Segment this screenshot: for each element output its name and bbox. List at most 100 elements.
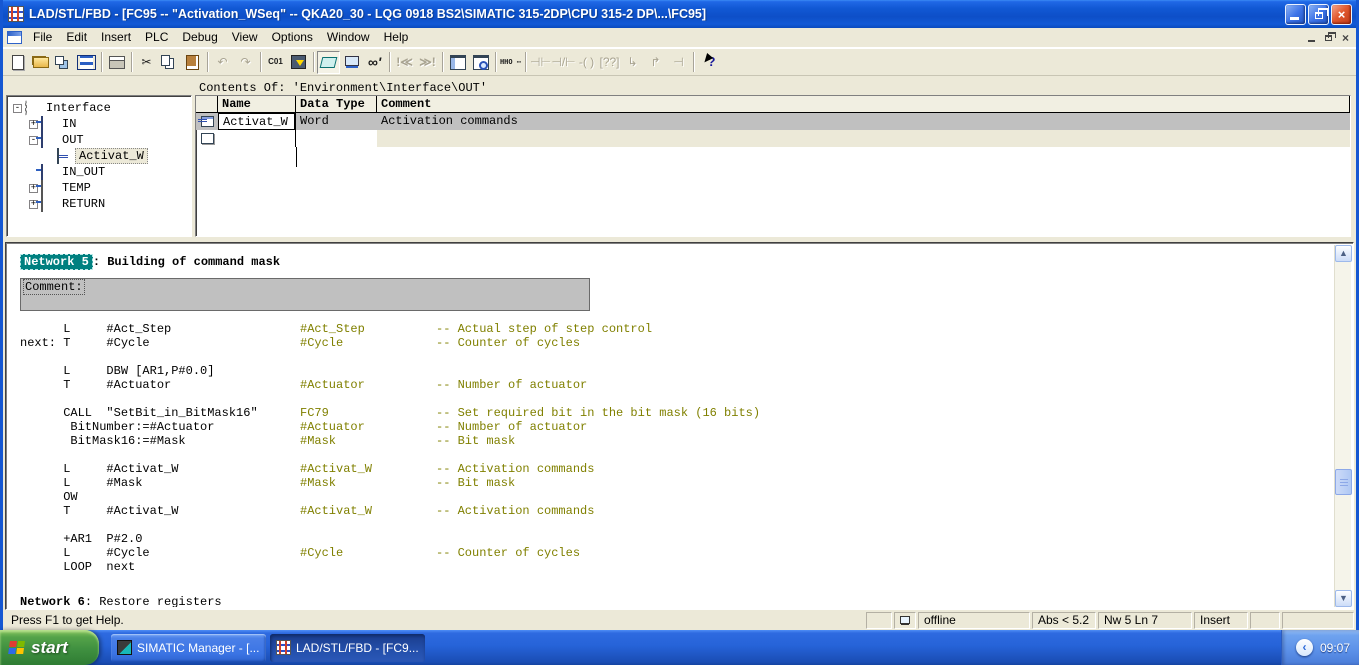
code-line[interactable]: L #Cycle #Cycle -- Counter of cycles — [20, 546, 1334, 560]
declaration-row[interactable] — [196, 130, 1350, 147]
menu-item[interactable]: Help — [377, 28, 416, 47]
code-line[interactable]: L #Activat_W #Activat_W -- Activation co… — [20, 462, 1334, 476]
monitor-glasses-icon[interactable]: ∞' — [363, 51, 386, 74]
tree-item[interactable]: IN_OUT — [7, 164, 191, 180]
taskbar: start SIMATIC Manager - [... LAD/STL/FBD… — [0, 630, 1359, 665]
network-comment-box[interactable]: Comment: — [20, 278, 590, 311]
contact-nc-icon[interactable]: ⊣/⊢ — [552, 51, 575, 74]
mdi-restore-button[interactable] — [1320, 30, 1337, 45]
open-branch-icon[interactable]: ↳ — [621, 51, 644, 74]
network-6-label[interactable]: Network 6 — [20, 595, 85, 607]
menu-item[interactable]: Debug — [175, 28, 224, 47]
tree-item[interactable]: Activat_W — [7, 148, 191, 164]
code-line[interactable]: +AR1 P#2.0 — [20, 532, 1334, 546]
copy-icon[interactable] — [158, 51, 181, 74]
menu-item[interactable]: Insert — [94, 28, 138, 47]
code-line[interactable]: CALL "SetBit_in_BitMask16" FC79 -- Set r… — [20, 406, 1334, 420]
code-line[interactable] — [20, 448, 1334, 462]
connector-icon[interactable]: ⊣ — [667, 51, 690, 74]
tree-item[interactable]: + TEMP — [7, 180, 191, 196]
menu-items: FileEditInsertPLCDebugViewOptionsWindowH… — [26, 28, 415, 47]
overview-icon[interactable] — [446, 51, 469, 74]
mdi-close-button[interactable]: × — [1337, 30, 1354, 45]
open-icon[interactable] — [29, 51, 52, 74]
menu-item[interactable]: Options — [265, 28, 320, 47]
close-button[interactable]: × — [1331, 4, 1352, 25]
tree-expander[interactable]: - — [13, 104, 22, 113]
cut-icon[interactable]: ✂ — [135, 51, 158, 74]
cell-data-type[interactable] — [296, 130, 377, 147]
code-line[interactable] — [20, 392, 1334, 406]
code-line[interactable]: L #Act_Step #Act_Step -- Actual step of … — [20, 322, 1334, 336]
close-branch-icon[interactable]: ↱ — [644, 51, 667, 74]
cell-name[interactable]: Activat_W — [218, 113, 296, 130]
symbol-info-icon[interactable]: HHO ⋯ — [499, 51, 522, 74]
manage-blocks-icon[interactable] — [52, 51, 75, 74]
scroll-up-icon[interactable]: ▲ — [1335, 245, 1352, 262]
redo-icon[interactable]: ↷ — [234, 51, 257, 74]
mdi-minimize-button[interactable] — [1303, 30, 1320, 45]
declaration-row[interactable]: Activat_W Word Activation commands — [196, 113, 1350, 130]
code-line[interactable]: BitMask16:=#Mask #Mask -- Bit mask — [20, 434, 1334, 448]
tray-collapse-icon[interactable]: ‹ — [1296, 639, 1313, 656]
network-5-label[interactable]: Network 5 — [20, 254, 93, 270]
tree-item[interactable]: - Interface — [7, 100, 191, 116]
detail-window-icon[interactable] — [469, 51, 492, 74]
tree-item[interactable]: - OUT — [7, 132, 191, 148]
code-line[interactable]: L DBW [AR1,P#0.0] — [20, 364, 1334, 378]
prev-error-icon[interactable]: !≪ — [393, 51, 416, 74]
taskbar-task-button[interactable]: SIMATIC Manager - [... — [111, 634, 266, 662]
code-line[interactable] — [20, 518, 1334, 532]
menu-item[interactable]: Edit — [59, 28, 94, 47]
menu-item[interactable]: File — [26, 28, 59, 47]
tree-item[interactable]: + IN — [7, 116, 191, 132]
scroll-down-icon[interactable]: ▼ — [1335, 590, 1352, 607]
paste-icon[interactable] — [181, 51, 204, 74]
download-icon[interactable] — [287, 51, 310, 74]
cell-comment[interactable]: Activation commands — [377, 113, 1350, 130]
network-5-header[interactable]: Network 5: Building of command mask — [20, 254, 1334, 270]
menu-item[interactable]: View — [225, 28, 265, 47]
tree-item[interactable]: + RETURN — [7, 196, 191, 212]
new-icon[interactable] — [6, 51, 29, 74]
code-editor[interactable]: Network 5: Building of command mask Comm… — [5, 242, 1354, 610]
minimize-button[interactable] — [1285, 4, 1306, 25]
code-line[interactable]: next: T #Cycle #Cycle -- Counter of cycl… — [20, 336, 1334, 350]
interface-tree[interactable]: - Interface + IN - — [6, 95, 192, 237]
help-icon[interactable]: ? — [697, 51, 720, 74]
scrollbar-thumb[interactable] — [1335, 469, 1352, 495]
code-line[interactable] — [20, 350, 1334, 364]
restore-button[interactable] — [1308, 4, 1329, 25]
network-6-title: : Restore registers — [85, 595, 222, 607]
box-icon[interactable]: [??] — [598, 51, 621, 74]
start-button[interactable]: start — [0, 630, 99, 665]
declaration-table[interactable]: Name Data Type Comment Activat_W Word Ac… — [195, 95, 1351, 237]
connection-icon[interactable] — [340, 51, 363, 74]
code-line[interactable]: OW — [20, 490, 1334, 504]
contact-no-icon[interactable]: ⊣⊢ — [529, 51, 552, 74]
cell-data-type[interactable]: Word — [296, 113, 377, 130]
next-error-icon[interactable]: ≫! — [416, 51, 439, 74]
call-structure-icon[interactable]: C01 — [264, 51, 287, 74]
undo-icon[interactable]: ↶ — [211, 51, 234, 74]
code-line[interactable]: T #Actuator #Actuator -- Number of actua… — [20, 378, 1334, 392]
code-line[interactable]: BitNumber:=#Actuator #Actuator -- Number… — [20, 420, 1334, 434]
menu-item[interactable]: Window — [320, 28, 377, 47]
mdi-child-icon[interactable] — [7, 31, 22, 44]
code-line[interactable]: LOOP next — [20, 560, 1334, 574]
coil-icon[interactable]: -( ) — [575, 51, 598, 74]
close-icon: × — [1332, 5, 1351, 24]
menu-item[interactable]: PLC — [138, 28, 175, 47]
stl-code-area[interactable]: Network 5: Building of command mask Comm… — [6, 245, 1334, 607]
code-line[interactable]: L #Mask #Mask -- Bit mask — [20, 476, 1334, 490]
vertical-scrollbar[interactable]: ▲ ▼ — [1334, 245, 1351, 607]
save-icon[interactable] — [75, 51, 98, 74]
view-data-icon[interactable] — [317, 51, 340, 74]
network-6-header[interactable]: Network 6: Restore registers — [20, 595, 1334, 607]
taskbar-task-button[interactable]: LAD/STL/FBD - [FC9... — [270, 634, 425, 662]
print-icon[interactable] — [105, 51, 128, 74]
cell-name[interactable] — [218, 130, 296, 147]
code-line[interactable]: T #Activat_W #Activat_W -- Activation co… — [20, 504, 1334, 518]
cell-comment[interactable] — [377, 130, 1350, 147]
tree-item-label: OUT — [59, 133, 87, 147]
